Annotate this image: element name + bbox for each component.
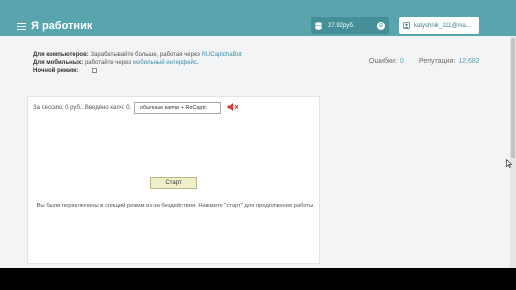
computers-info: Для компьютеров: Зарабатывайте больше, р… <box>33 52 242 58</box>
user-menu-button[interactable]: katyshnik_111@ma... <box>399 17 479 34</box>
errors-value: 0 <box>399 58 404 65</box>
night-mode-label: Ночной режим: <box>33 68 79 74</box>
rucaptchabot-link[interactable]: RUCaptchaBot <box>202 52 242 58</box>
night-mode-checkbox[interactable] <box>91 68 97 73</box>
errors-stat: Ошибки: 0 <box>369 58 404 65</box>
balance-value: 27.92руб. <box>328 22 355 29</box>
page-scrollbar[interactable] <box>510 36 516 268</box>
scrollbar-thumb[interactable] <box>511 38 515 158</box>
mobile-text: работайте через <box>84 60 132 66</box>
computers-label: Для компьютеров: <box>33 52 89 58</box>
captcha-type-select[interactable]: обычные капчи + ReCaptc <box>134 102 221 114</box>
session-stats: За сессию: 0 руб.. Введено капч: 0. <box>33 105 132 111</box>
night-mode-row: Ночной режим: <box>33 68 97 74</box>
reputation-value: 12,682 <box>458 58 480 65</box>
mobile-info: Для мобильных: работайте через мобильный… <box>33 60 199 66</box>
computers-text: Зарабатывайте больше, работая через <box>90 52 200 58</box>
database-icon <box>315 21 322 30</box>
user-email: katyshnik_111@ma... <box>414 22 471 29</box>
work-panel: За сессию: 0 руб.. Введено капч: 0. обыч… <box>27 96 320 264</box>
brand[interactable]: Я работник <box>17 19 92 33</box>
menu-icon[interactable] <box>17 22 26 30</box>
sleep-mode-message: Вы были переключены в спящий режим из-за… <box>36 203 314 209</box>
mobile-interface-link[interactable]: мобильный интерфейс <box>133 60 197 66</box>
mobile-label: Для мобильных: <box>33 60 84 66</box>
reputation-label: Репутация: <box>419 58 456 65</box>
top-bar: Я работник 27.92руб. ⊖ katyshnik_111@ma.… <box>0 0 516 36</box>
user-icon <box>403 22 410 29</box>
mobile-tail: . <box>196 60 199 66</box>
speaker-muted-icon[interactable] <box>227 102 239 112</box>
start-button[interactable]: Старт <box>150 177 197 189</box>
reputation-stat: Репутация: 12,682 <box>419 58 480 65</box>
withdraw-icon[interactable]: ⊖ <box>377 21 385 30</box>
app-title: Я работник <box>31 20 93 32</box>
balance-button[interactable]: 27.92руб. ⊖ <box>311 17 389 34</box>
errors-label: Ошибки: <box>369 58 397 65</box>
mouse-cursor-icon <box>506 159 512 168</box>
